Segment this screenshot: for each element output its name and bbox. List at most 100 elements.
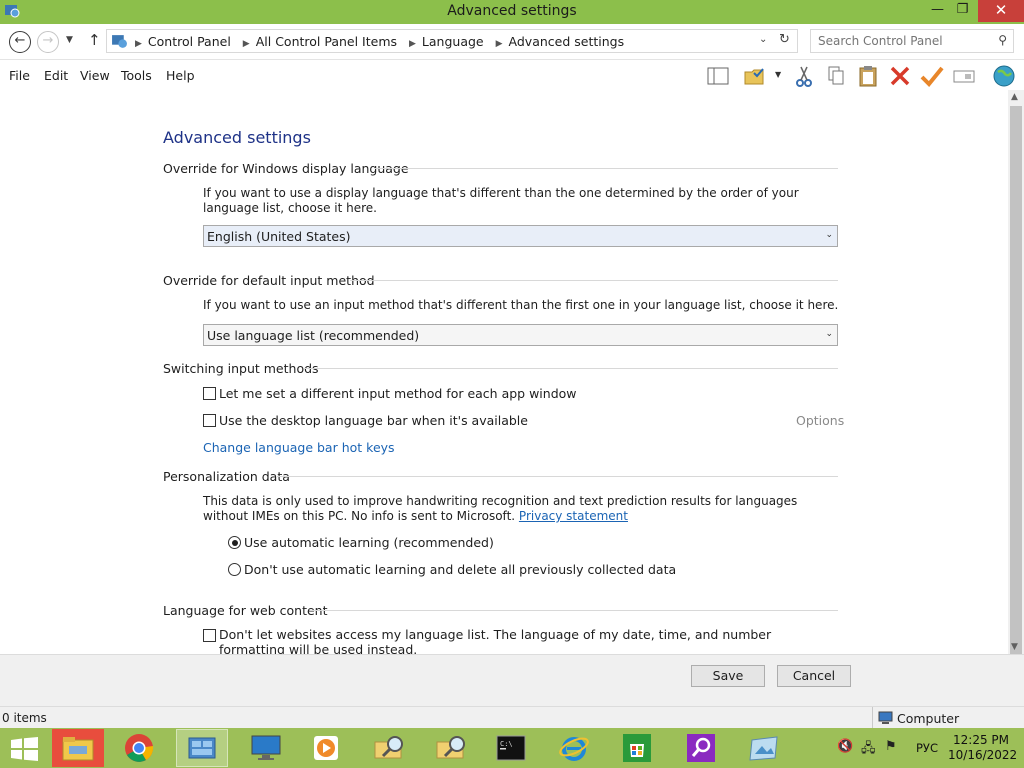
refresh-button[interactable]: ↻ [779, 32, 790, 47]
automatic-learning-label[interactable]: Use automatic learning (recommended) [244, 535, 494, 550]
chevron-right-icon: ▶ [409, 39, 416, 49]
per-app-input-checkbox[interactable] [203, 387, 216, 400]
personalization-description: This data is only used to improve handwr… [203, 494, 839, 524]
input-language-indicator[interactable]: РУС [916, 741, 938, 755]
privacy-statement-link[interactable]: Privacy statement [519, 509, 628, 523]
breadcrumb-item[interactable]: Control Panel [148, 34, 231, 49]
start-button[interactable] [0, 729, 48, 767]
address-bar[interactable]: ▶ Control Panel ▶ All Control Panel Items … [106, 29, 798, 53]
dialog-footer: Save Cancel [0, 654, 1024, 706]
volume-muted-icon[interactable]: 🔇 [837, 739, 853, 754]
forward-button[interactable]: → [37, 31, 59, 53]
arrow-up-icon: ↑ [88, 31, 101, 49]
restore-button[interactable]: ❐ [949, 0, 976, 22]
breadcrumb-item[interactable]: Advanced settings [509, 34, 625, 49]
search-box[interactable]: ⚲ [810, 29, 1014, 53]
taskbar-search-app[interactable] [676, 729, 728, 767]
store-icon [623, 734, 651, 762]
taskbar-command-prompt[interactable]: C:\ [486, 729, 538, 767]
taskbar-store[interactable] [612, 729, 664, 767]
scroll-up-icon[interactable]: ▲ [1011, 92, 1018, 102]
taskbar: C:\ 🔇 🖧 ⚑ РУС 12:25 PM 10/16/2022 [0, 728, 1024, 768]
taskbar-media-player[interactable] [300, 729, 352, 767]
minimize-button[interactable]: — [924, 0, 951, 22]
scrollbar-thumb[interactable] [1010, 106, 1022, 658]
taskbar-chrome[interactable] [114, 729, 166, 767]
input-method-description: If you want to use an input method that'… [203, 298, 839, 312]
folder-check-icon[interactable] [742, 63, 768, 89]
back-button[interactable]: ← [9, 31, 31, 53]
address-dropdown-button[interactable]: ⌄ [759, 34, 767, 45]
breadcrumb-item[interactable]: All Control Panel Items [256, 34, 397, 49]
cancel-button[interactable]: Cancel [777, 665, 851, 687]
web-language-label[interactable]: Don't let websites access my language li… [219, 627, 819, 654]
language-bar-checkbox[interactable] [203, 414, 216, 427]
chevron-right-icon: ▶ [135, 39, 142, 49]
section-divider [375, 168, 838, 169]
chrome-icon [125, 734, 154, 762]
section-title-personalization: Personalization data [163, 469, 290, 484]
search-folder-icon [374, 736, 403, 759]
search-icon[interactable]: ⚲ [998, 33, 1007, 47]
section-divider [277, 476, 838, 477]
change-hotkeys-link[interactable]: Change language bar hot keys [203, 440, 395, 455]
section-divider [310, 610, 838, 611]
search-input[interactable] [818, 34, 988, 48]
dropdown-arrow-icon[interactable]: ▼ [775, 70, 781, 79]
scroll-down-icon[interactable]: ▼ [1011, 642, 1018, 652]
computer-icon [878, 711, 893, 724]
section-title-web-content: Language for web content [163, 603, 328, 618]
menu-edit[interactable]: Edit [44, 68, 68, 83]
svg-text:C:\: C:\ [500, 740, 513, 748]
search-folder-icon [436, 736, 465, 759]
media-player-icon [314, 736, 338, 760]
input-method-select[interactable]: Use language list (recommended) ⌄ [203, 324, 838, 346]
clock[interactable]: 12:25 PM 10/16/2022 [948, 733, 1018, 763]
internet-explorer-icon [559, 737, 589, 761]
cut-icon[interactable] [791, 63, 817, 89]
checkmark-icon[interactable] [919, 63, 945, 89]
close-button[interactable]: ✕ [978, 0, 1024, 22]
rename-icon[interactable] [951, 63, 977, 89]
taskbar-file-explorer[interactable] [52, 729, 104, 767]
save-button[interactable]: Save [691, 665, 765, 687]
network-icon[interactable]: 🖧 [861, 739, 876, 761]
item-count: 0 items [2, 711, 47, 725]
windows-logo-icon [11, 737, 38, 761]
language-bar-label[interactable]: Use the desktop language bar when it's a… [219, 413, 528, 428]
recent-locations-button[interactable]: ▼ [66, 35, 73, 45]
taskbar-picture-app[interactable] [738, 729, 790, 767]
taskbar-search-folder-1[interactable] [364, 729, 416, 767]
menu-tools[interactable]: Tools [121, 68, 152, 83]
location-label: Computer [897, 711, 960, 726]
paste-icon[interactable] [855, 63, 881, 89]
clock-date: 10/16/2022 [948, 748, 1018, 762]
taskbar-computer[interactable] [240, 729, 292, 767]
section-divider [304, 368, 838, 369]
taskbar-control-panel[interactable] [176, 729, 228, 767]
display-language-select[interactable]: English (United States) ⌄ [203, 225, 838, 247]
automatic-learning-radio[interactable] [228, 536, 241, 549]
copy-icon[interactable] [823, 63, 849, 89]
section-divider [350, 280, 838, 281]
action-center-icon[interactable]: ⚑ [885, 739, 897, 754]
up-button[interactable]: ↑ [88, 31, 101, 49]
breadcrumb-item[interactable]: Language [422, 34, 484, 49]
menu-view[interactable]: View [80, 68, 110, 83]
menu-help[interactable]: Help [166, 68, 195, 83]
per-app-input-label[interactable]: Let me set a different input method for … [219, 386, 577, 401]
taskbar-search-folder-2[interactable] [426, 729, 478, 767]
no-learning-label[interactable]: Don't use automatic learning and delete … [244, 562, 676, 577]
globe-icon[interactable] [991, 63, 1017, 89]
delete-icon[interactable] [887, 63, 913, 89]
taskbar-internet-explorer[interactable] [548, 729, 600, 767]
menu-file[interactable]: File [9, 68, 30, 83]
options-link[interactable]: Options [796, 413, 844, 428]
layout-icon[interactable] [705, 63, 731, 89]
no-learning-radio[interactable] [228, 563, 241, 576]
web-language-checkbox[interactable] [203, 629, 216, 642]
vertical-scrollbar[interactable]: ▲ ▼ [1008, 90, 1024, 658]
status-bar: 0 items Computer [0, 706, 1024, 729]
arrow-left-icon: ← [14, 33, 26, 48]
address-toolbar: ← → ▼ ↑ ▶ Control Panel ▶ All Control Pane… [0, 24, 1024, 60]
